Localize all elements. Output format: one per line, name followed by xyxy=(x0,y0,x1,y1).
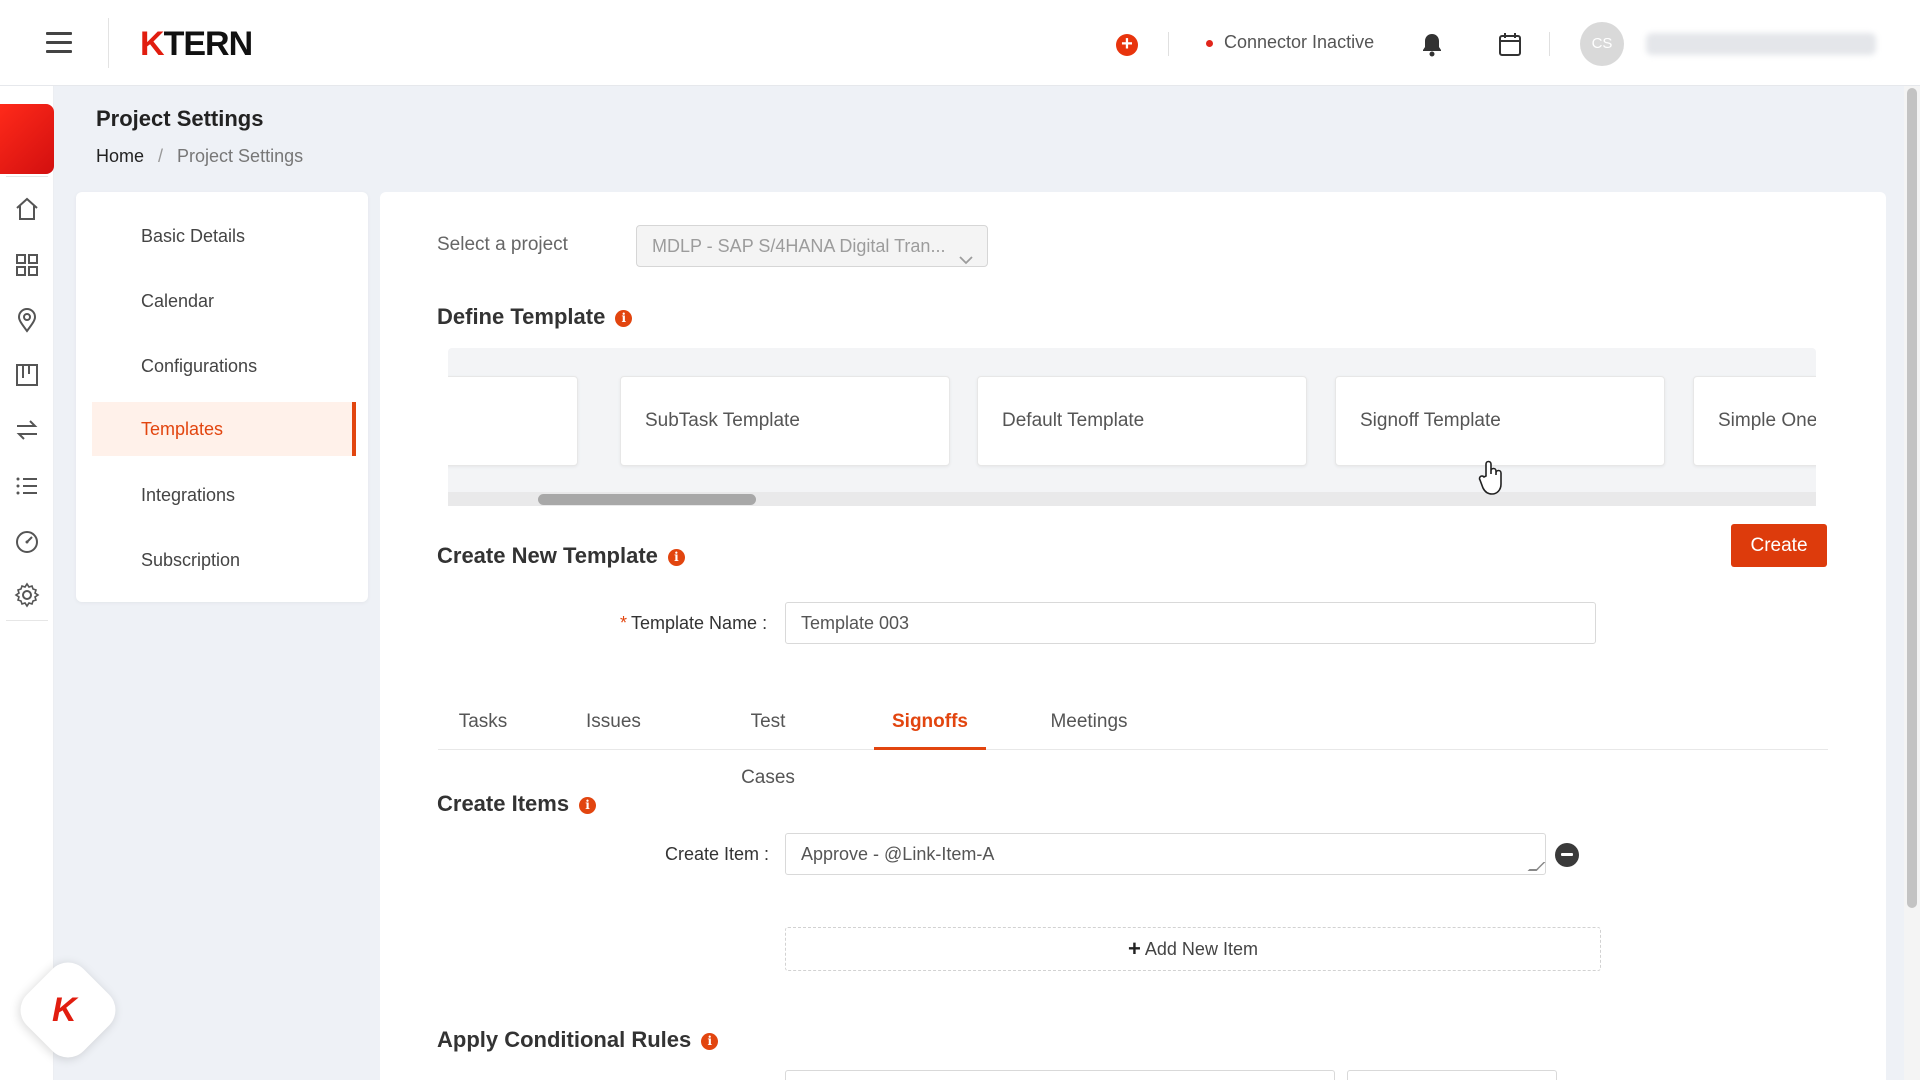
menu-item-basic-details[interactable]: Basic Details xyxy=(92,209,356,263)
item-type-tabs: Tasks Issues Test Cases Signoffs Meeting… xyxy=(438,694,1828,788)
connector-status[interactable]: Connector Inactive xyxy=(1224,32,1374,53)
template-card-simple-one[interactable]: Simple One xyxy=(1693,376,1816,466)
add-circle-icon[interactable]: + xyxy=(1116,34,1138,56)
home-icon[interactable] xyxy=(14,196,40,222)
info-icon[interactable]: i xyxy=(579,797,597,814)
location-pin-icon[interactable] xyxy=(14,307,40,333)
top-header: KTERN + Connector Inactive CS xyxy=(0,0,1920,86)
create-new-template-title: Create New Template i xyxy=(437,543,685,569)
create-item-label: Create Item : xyxy=(665,844,770,864)
menu-item-templates[interactable]: Templates xyxy=(92,402,356,456)
add-new-item-label: Add New Item xyxy=(1144,939,1258,959)
chevron-down-icon xyxy=(959,239,973,279)
menu-item-calendar[interactable]: Calendar xyxy=(92,274,356,328)
carousel-scroll-thumb[interactable] xyxy=(538,494,756,505)
template-carousel[interactable]: SubTask Template Default Template Signof… xyxy=(448,348,1816,506)
rail-divider xyxy=(6,176,48,177)
breadcrumb-current: Project Settings xyxy=(177,146,304,166)
info-icon[interactable]: i xyxy=(701,1033,719,1050)
header-separator xyxy=(1168,32,1169,56)
apply-conditional-rules-title: Apply Conditional Rules i xyxy=(437,1027,719,1053)
info-icon[interactable]: i xyxy=(615,310,633,327)
tab-meetings[interactable]: Meetings xyxy=(1048,694,1130,750)
breadcrumb-home[interactable]: Home xyxy=(96,146,144,166)
apply-conditional-rules-title-text: Apply Conditional Rules xyxy=(437,1027,692,1052)
page-scroll-thumb[interactable] xyxy=(1907,88,1917,908)
board-icon[interactable] xyxy=(14,362,40,388)
create-items-title: Create Items i xyxy=(437,791,597,817)
list-icon[interactable] xyxy=(14,473,40,499)
ktern-assistant-icon: K xyxy=(52,991,77,1029)
template-card-subtask[interactable]: SubTask Template xyxy=(620,376,950,466)
template-name-input[interactable]: Template 003 xyxy=(785,602,1596,644)
menu-item-configurations[interactable]: Configurations xyxy=(92,339,356,393)
define-template-title: Define Template i xyxy=(437,304,633,330)
tab-signoffs[interactable]: Signoffs xyxy=(874,694,986,750)
plus-icon: + xyxy=(1128,936,1141,961)
tab-tasks[interactable]: Tasks xyxy=(458,694,508,750)
hand-cursor-icon xyxy=(1478,460,1506,501)
condition-select[interactable] xyxy=(1347,1070,1557,1080)
condition-field[interactable] xyxy=(785,1070,1335,1080)
template-card-signoff[interactable]: Signoff Template xyxy=(1335,376,1665,466)
bell-icon[interactable] xyxy=(1420,32,1444,63)
calendar-icon[interactable] xyxy=(1498,31,1522,62)
template-card[interactable] xyxy=(448,376,578,466)
menu-item-subscription[interactable]: Subscription xyxy=(92,533,356,587)
header-divider xyxy=(108,18,109,68)
remove-item-icon[interactable] xyxy=(1555,843,1579,867)
avatar[interactable]: CS xyxy=(1580,22,1624,66)
gear-icon[interactable] xyxy=(14,582,40,608)
template-name-label-text: Template Name xyxy=(631,613,758,633)
create-item-label-text: Create Item xyxy=(665,844,760,864)
ktern-logo[interactable]: KTERN xyxy=(140,25,253,64)
info-icon[interactable]: i xyxy=(667,549,685,566)
tab-issues[interactable]: Issues xyxy=(586,694,641,750)
settings-menu: Basic Details Calendar Configurations Te… xyxy=(76,192,368,602)
create-item-textarea[interactable]: Approve - @Link-Item-A xyxy=(785,833,1546,875)
menu-item-integrations[interactable]: Integrations xyxy=(92,468,356,522)
template-name-label: * Template Name : xyxy=(620,613,768,633)
create-item-value: Approve - @Link-Item-A xyxy=(801,844,995,864)
page-title: Project Settings xyxy=(96,106,264,131)
breadcrumb-separator: / xyxy=(158,146,164,166)
breadcrumb: Home / Project Settings xyxy=(96,146,303,167)
rail-brand-accent xyxy=(0,104,54,174)
create-button[interactable]: Create xyxy=(1731,524,1827,567)
create-new-template-title-text: Create New Template xyxy=(437,543,658,568)
add-new-item-button[interactable]: + Add New Item xyxy=(785,927,1601,971)
project-select-value: MDLP - SAP S/4HANA Digital Tran... xyxy=(652,236,946,256)
menu-icon[interactable] xyxy=(46,32,72,54)
grid-icon[interactable] xyxy=(14,252,40,278)
select-project-label: Select a project xyxy=(437,234,568,255)
user-name-blurred[interactable] xyxy=(1646,33,1876,55)
define-template-title-text: Define Template xyxy=(437,304,606,329)
resize-handle-icon[interactable] xyxy=(1527,862,1546,871)
status-dot xyxy=(1206,40,1213,47)
template-card-default[interactable]: Default Template xyxy=(977,376,1307,466)
swap-arrows-icon[interactable] xyxy=(14,417,40,443)
tab-test-cases[interactable]: Test Cases xyxy=(722,694,814,788)
rail-divider xyxy=(6,620,48,621)
required-marker: * xyxy=(620,613,628,633)
dashboard-gauge-icon[interactable] xyxy=(14,528,40,554)
create-items-title-text: Create Items xyxy=(437,791,570,816)
header-separator xyxy=(1549,32,1550,56)
project-select[interactable]: MDLP - SAP S/4HANA Digital Tran... xyxy=(636,225,988,267)
